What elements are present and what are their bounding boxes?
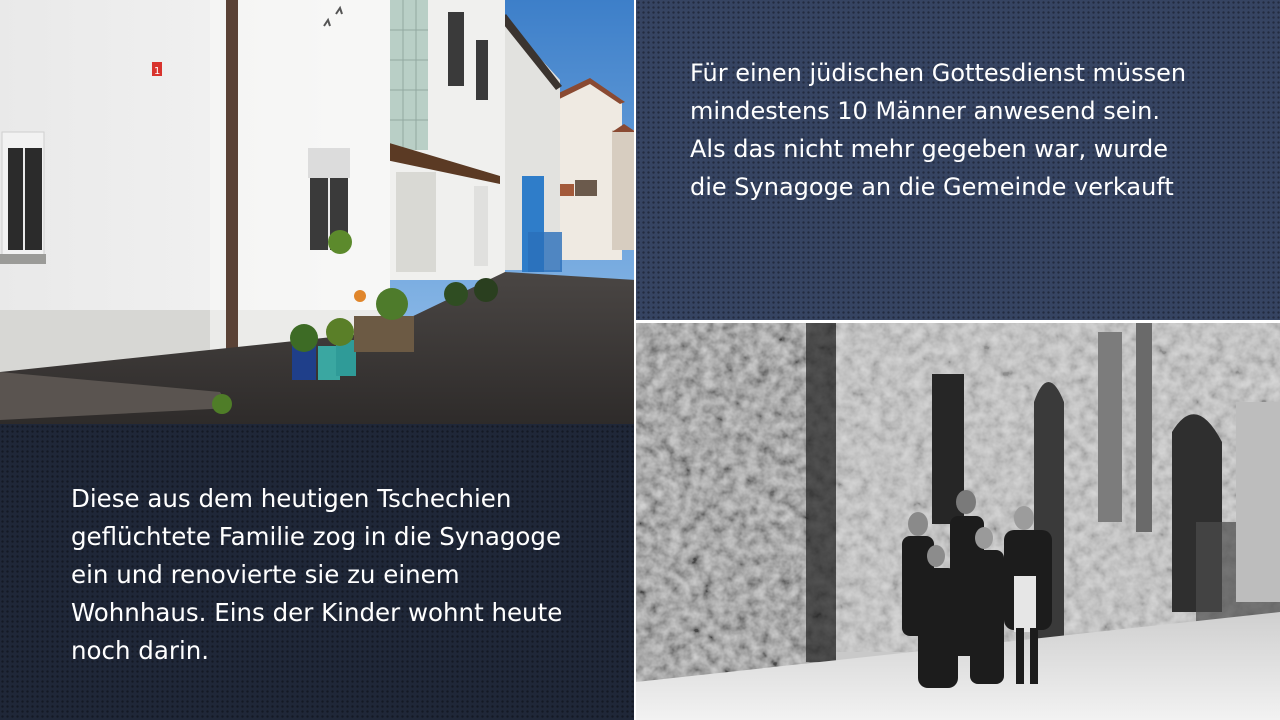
text-panel-top: Für einen jüdischen Gottesdienst müssen …	[636, 0, 1280, 322]
street-photo: 1	[0, 0, 636, 424]
caption-bottom: Diese aus dem heutigen Tschechien geflüc…	[71, 484, 563, 665]
family-photo	[636, 322, 1280, 720]
divider-vertical	[634, 0, 636, 720]
text-panel-bottom: Diese aus dem heutigen Tschechien geflüc…	[0, 424, 636, 720]
caption-top: Für einen jüdischen Gottesdienst müssen …	[690, 59, 1187, 201]
house-number-sign: 1	[154, 66, 160, 77]
divider-horizontal	[636, 320, 1280, 323]
